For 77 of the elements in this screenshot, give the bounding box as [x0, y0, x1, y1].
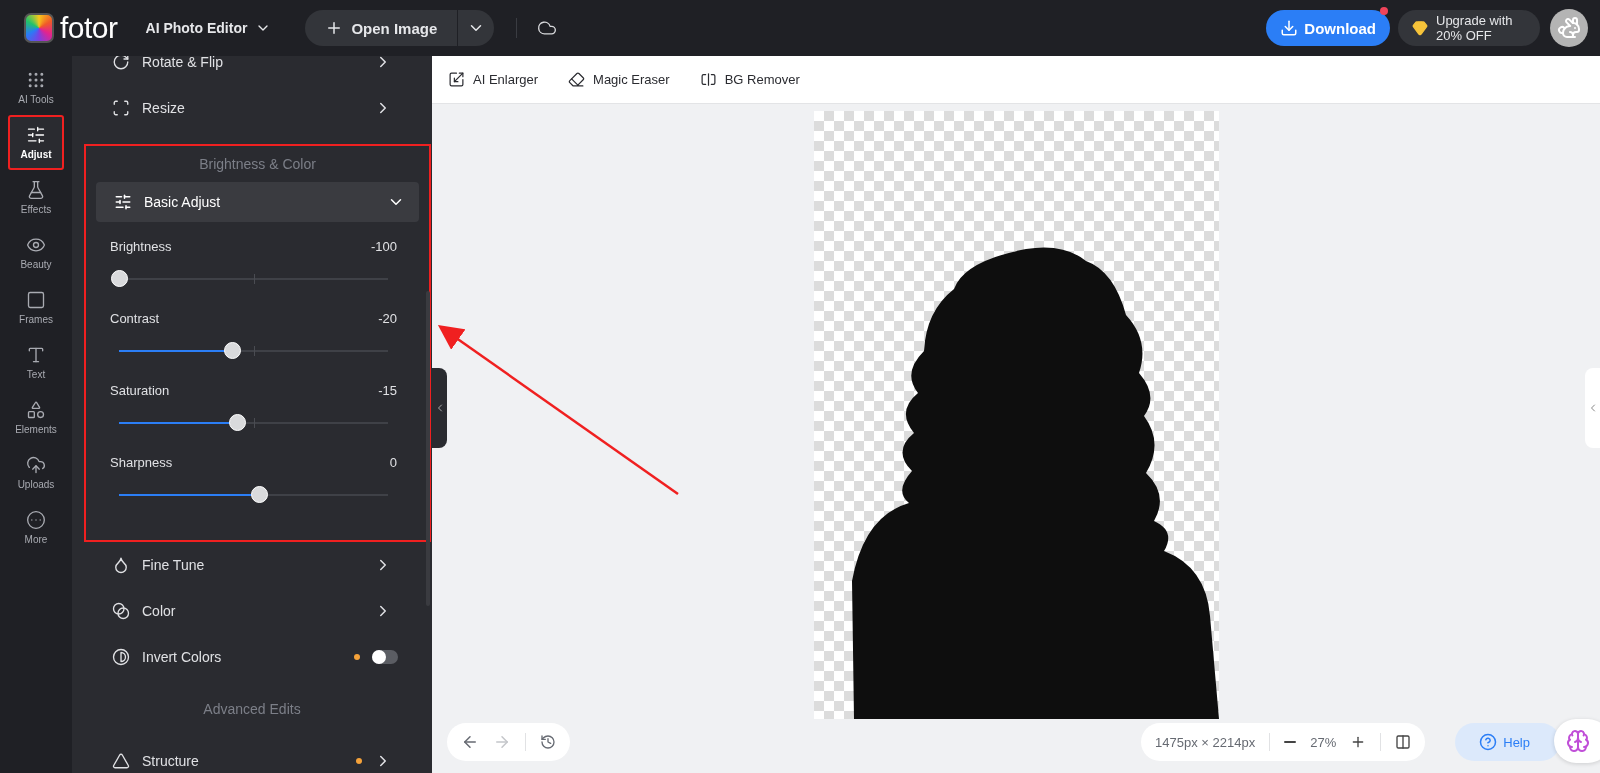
rabbit-icon [1557, 16, 1581, 40]
slider-label: Sharpness [110, 454, 173, 470]
slider-thumb[interactable] [111, 270, 128, 287]
half-circle-icon [112, 648, 130, 666]
basic-adjust-header[interactable]: Basic Adjust [96, 182, 419, 222]
sidebar-item[interactable]: More [0, 500, 72, 555]
sidebar-item[interactable]: Elements [0, 390, 72, 445]
scrollbar[interactable] [426, 291, 430, 606]
enlarge-icon [448, 71, 465, 88]
text-icon [26, 345, 46, 365]
toolbar-button[interactable]: Magic Eraser [568, 71, 670, 88]
panel-menu-item[interactable]: Fine Tune [72, 542, 432, 588]
slider-value: -100 [370, 238, 397, 254]
logo-text: fotor [60, 11, 118, 45]
split-view-icon [1395, 734, 1412, 750]
panel-menu-item[interactable]: Rotate & Flip [72, 56, 432, 85]
more-icon [26, 510, 46, 530]
download-button[interactable]: Download [1266, 10, 1390, 46]
triangle-icon [112, 752, 130, 770]
toggle-switch[interactable] [372, 650, 398, 664]
collapse-tab[interactable] [432, 368, 447, 448]
avatar[interactable] [1550, 9, 1588, 47]
download-icon [1280, 19, 1299, 37]
sidebar-item[interactable]: Effects [0, 170, 72, 225]
image-size: 1475px × 2214px [1155, 734, 1256, 750]
slider-value: -20 [378, 310, 397, 326]
compare-button[interactable] [1395, 734, 1412, 750]
ai-assistant-button[interactable] [1554, 719, 1600, 763]
minus-icon [1284, 741, 1297, 743]
panel-menu-item[interactable]: Resize [72, 85, 432, 131]
sidebar-item[interactable]: Adjust [8, 115, 64, 170]
slider-value: -15 [378, 382, 397, 398]
mode-dropdown[interactable]: AI Photo Editor [145, 20, 272, 36]
slider-label: Saturation [110, 382, 170, 398]
sidebar-item[interactable]: Frames [0, 280, 72, 335]
resize-icon [112, 99, 130, 117]
cloud-upload-icon [26, 455, 46, 475]
flask-icon [26, 180, 46, 200]
sidebar-item[interactable]: AI Tools [0, 60, 72, 115]
arrow-right-icon [493, 733, 511, 751]
split-square-icon [699, 71, 717, 88]
shapes-icon [26, 400, 46, 420]
eraser-icon [568, 71, 586, 88]
undo-button[interactable] [461, 733, 479, 751]
sidebar-item[interactable]: Beauty [0, 225, 72, 280]
panel-menu-item[interactable]: Color [72, 588, 432, 634]
grid-dots-icon [26, 70, 46, 90]
brain-icon [1566, 729, 1590, 753]
rotate-icon [112, 56, 130, 71]
slider-label: Contrast [110, 310, 160, 326]
toolbar-button[interactable]: AI Enlarger [448, 71, 539, 88]
slider-thumb[interactable] [229, 414, 247, 431]
zoom-level: 27% [1310, 734, 1337, 750]
help-icon [1479, 733, 1498, 751]
sliders-icon [114, 193, 132, 211]
section-heading: Advanced Edits [202, 700, 302, 719]
history-button[interactable] [540, 734, 556, 750]
gem-icon [1412, 20, 1428, 36]
circles-icon [112, 602, 130, 620]
slider-label: Brightness [110, 238, 172, 254]
sidebar-item[interactable]: Uploads [0, 445, 72, 500]
sidebar-item[interactable]: Text [0, 335, 72, 390]
sliders-icon [26, 125, 46, 145]
slider-thumb[interactable] [250, 486, 268, 503]
history-icon [540, 734, 556, 750]
cloud-button[interactable] [537, 18, 558, 38]
panel-menu-item[interactable]: Structure [72, 738, 432, 773]
toolbar-button[interactable]: BG Remover [699, 71, 800, 88]
section-heading: Brightness & Color [198, 155, 317, 174]
slider-thumb[interactable] [223, 342, 241, 359]
droplet-icon [112, 556, 130, 574]
cloud-icon [537, 18, 558, 38]
square-icon [26, 290, 46, 310]
upgrade-button[interactable]: Upgrade with 20% OFF [1398, 10, 1540, 46]
panel-menu-item[interactable]: Invert Colors [72, 634, 432, 680]
logo-icon [24, 13, 54, 43]
slider-value: 0 [389, 454, 397, 470]
